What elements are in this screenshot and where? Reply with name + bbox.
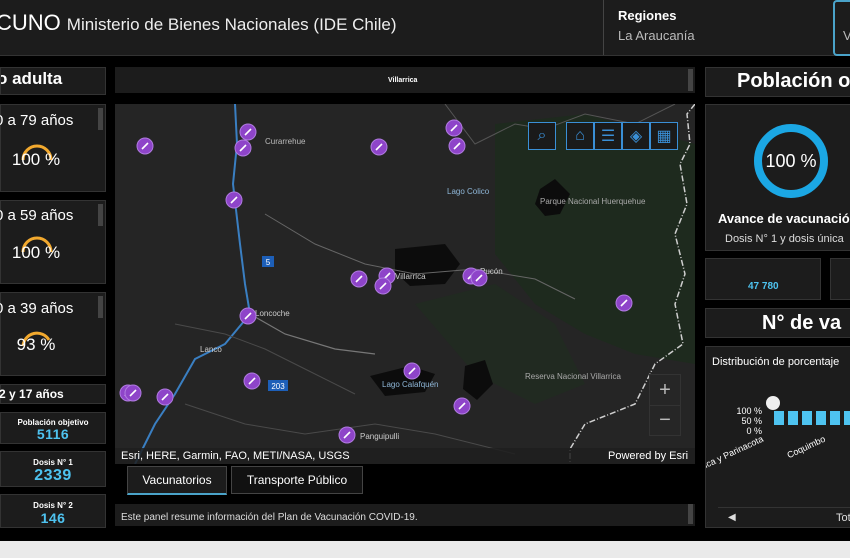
map-view[interactable]: 5 203 Curarrehue Lago Colico Parque Naci… xyxy=(115,104,695,464)
stat-value: 2339 xyxy=(34,467,72,484)
age-group-percent: 100 % xyxy=(11,150,61,169)
next-filter-value[interactable]: V xyxy=(843,28,850,43)
dose-section-title-bar: N° de va xyxy=(705,308,850,338)
progress-subtitle: Dosis N° 1 y dosis única xyxy=(725,233,844,245)
info-panel: Este panel resume información del Plan d… xyxy=(115,504,695,526)
place-lago-colico: Lago Colico xyxy=(447,187,490,196)
qr-icon[interactable]: ▦ xyxy=(650,122,678,150)
age-group-percent: 100 % xyxy=(11,243,61,262)
zoom-in-button[interactable]: + xyxy=(650,375,680,406)
card-scrollbar[interactable] xyxy=(98,296,103,318)
place-curarrehue: Curarrehue xyxy=(265,137,306,146)
stat-label: Dosis N° 1 xyxy=(33,458,73,467)
stat-value: 146 xyxy=(40,510,66,526)
population-title-bar: Población o xyxy=(705,67,850,97)
chart-footer-bar: ◀ Tot xyxy=(718,507,850,527)
stat-label: Dosis N° 2 xyxy=(33,501,73,510)
place-lanco: Lanco xyxy=(200,345,222,354)
chart-footer-label: Tot xyxy=(836,512,850,524)
age-group-percent: 93 % xyxy=(16,335,56,354)
place-loncoche: Loncoche xyxy=(255,309,290,318)
zoom-out-button[interactable]: − xyxy=(650,406,680,435)
header-divider xyxy=(603,0,604,55)
bottom-strip xyxy=(0,541,850,558)
age-group-label: 0 a 59 años xyxy=(0,207,74,224)
basemap: 5 203 Curarrehue Lago Colico Parque Naci… xyxy=(115,104,695,464)
route-label-203: 203 xyxy=(271,382,285,391)
location-title: Villarrica xyxy=(388,77,418,84)
chart-title: Distribución de porcentaje xyxy=(712,356,840,368)
tab-transporte-publico[interactable]: Transporte Público xyxy=(231,466,363,494)
population-title: Población o xyxy=(737,70,850,92)
age-panel-title: o adulta xyxy=(0,67,106,95)
app-header: CUNO Ministerio de Bienes Nacionales (IDE… xyxy=(0,0,850,56)
youth-section-header: 2 y 17 años xyxy=(0,384,106,404)
stat-value: 5116 xyxy=(36,426,70,442)
vaccination-progress-card: 100 % Avance de vacunació Dosis N° 1 y d… xyxy=(705,104,850,251)
chart-bar xyxy=(816,411,826,425)
dose-count-value: 47 780 xyxy=(748,281,779,292)
region-filter-value[interactable]: La Araucanía xyxy=(618,28,695,43)
chart-x-label: ica y Parinacota xyxy=(706,434,765,470)
place-lago-calafquen: Lago Calafquén xyxy=(382,380,439,389)
legend-icon[interactable]: ☰ xyxy=(594,122,622,150)
age-group-card-3: 0 a 39 años 93 % xyxy=(0,292,106,376)
chart-x-label: Coquimbo xyxy=(785,434,826,460)
chart-bar xyxy=(844,411,850,425)
chart-y-tick: 100 % xyxy=(736,406,762,416)
search-icon[interactable]: ⌕ xyxy=(528,122,556,150)
chart-bar xyxy=(788,411,798,425)
age-group-card-1: 0 a 79 años 100 % xyxy=(0,104,106,192)
chart-prev-icon[interactable]: ◀ xyxy=(728,512,736,523)
info-text: Este panel resume información del Plan d… xyxy=(121,512,418,523)
card-scrollbar[interactable] xyxy=(98,204,103,226)
info-scrollbar[interactable] xyxy=(688,504,693,524)
tab-vacunatorios[interactable]: Vacunatorios xyxy=(127,466,227,495)
age-group-label: 0 a 39 años xyxy=(0,300,74,317)
chart-bar xyxy=(774,411,784,425)
distribution-chart: 100 %50 %0 %ica y Parinacota Coquimbo xyxy=(706,396,850,470)
app-title: CUNO Ministerio de Bienes Nacionales (IDE… xyxy=(0,10,397,35)
place-panguipulli: Panguipulli xyxy=(360,432,399,441)
place-villarrica: Villarrica xyxy=(395,272,426,281)
stat-card-target: Población objetivo 5116 xyxy=(0,412,106,444)
chart-bar xyxy=(830,411,840,425)
dose-count-card: 47 780 xyxy=(705,258,821,300)
place-reserva-villarrica: Reserva Nacional Villarrica xyxy=(525,372,621,381)
zoom-control: + − xyxy=(649,374,681,436)
place-huerquehue: Parque Nacional Huerquehue xyxy=(540,197,646,206)
layers-icon[interactable]: ◈ xyxy=(622,122,650,150)
stat-card-dose1: Dosis N° 1 2339 xyxy=(0,451,106,487)
dose-count-card-2 xyxy=(830,258,850,300)
stat-card-dose2: Dosis N° 2 146 xyxy=(0,494,106,528)
region-filter-label: Regiones xyxy=(618,8,677,23)
chart-y-tick: 50 % xyxy=(741,416,762,426)
map-attribution: Esri, HERE, Garmin, FAO, METI/NASA, USGS xyxy=(121,450,350,462)
powered-by-esri[interactable]: Powered by Esri xyxy=(608,450,688,462)
chart-scroll-handle xyxy=(766,396,780,410)
home-icon[interactable]: ⌂ xyxy=(566,122,594,150)
dose-section-title: N° de va xyxy=(762,312,842,334)
chart-bar xyxy=(802,411,812,425)
app-subtitle: Ministerio de Bienes Nacionales (IDE Chi… xyxy=(66,15,397,34)
ring-percent: 100 % xyxy=(765,151,817,171)
route-label-5: 5 xyxy=(266,258,271,267)
age-group-label: 0 a 79 años xyxy=(0,112,74,129)
youth-label: 2 y 17 años xyxy=(0,387,64,401)
progress-title: Avance de vacunació xyxy=(718,211,850,226)
distribution-chart-card: Distribución de porcentaje 100 % 50 % 0 % i… xyxy=(705,346,850,528)
card-scrollbar[interactable] xyxy=(98,108,103,130)
age-group-card-2: 0 a 59 años 100 % xyxy=(0,200,106,284)
title-scrollbar[interactable] xyxy=(688,69,693,91)
